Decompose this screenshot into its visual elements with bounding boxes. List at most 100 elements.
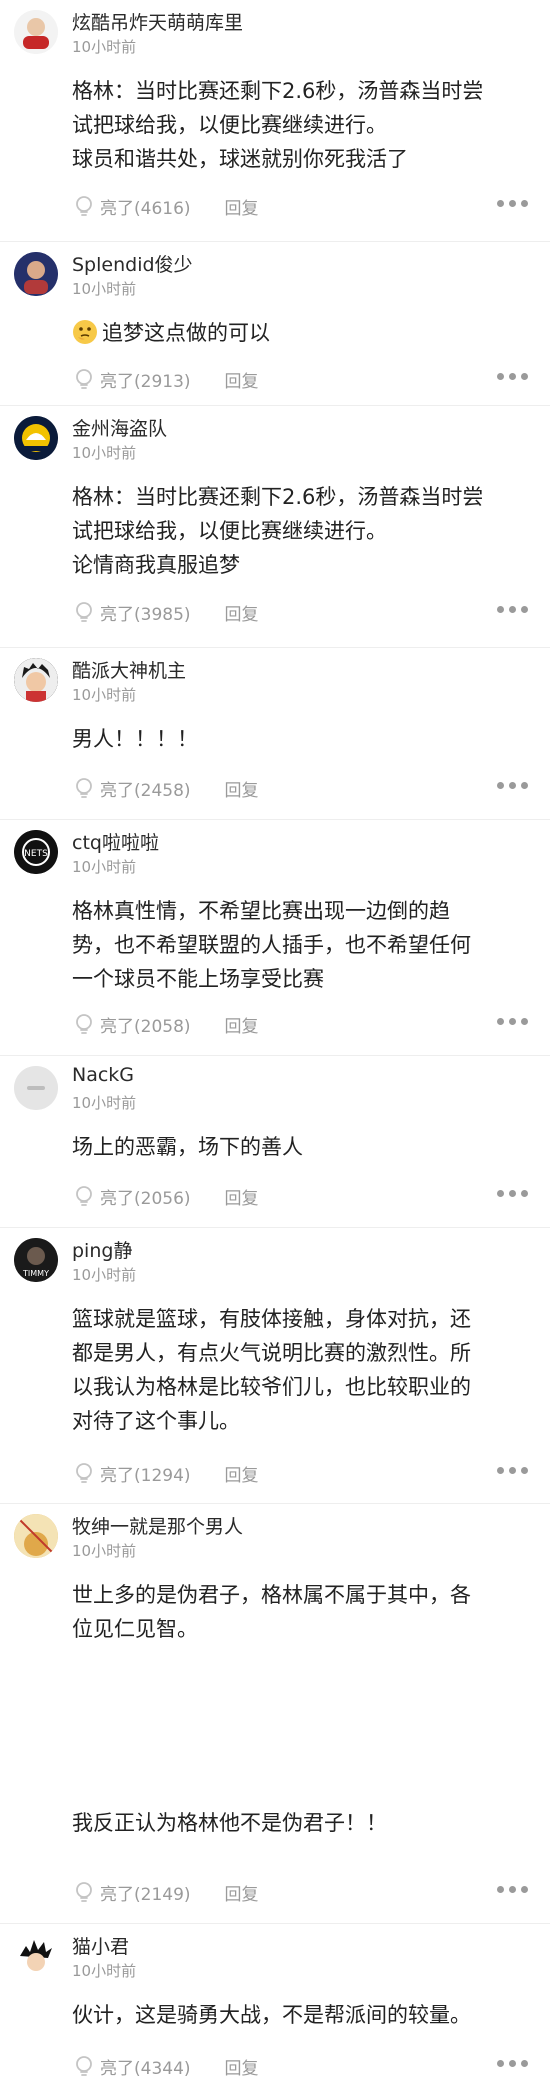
like-button[interactable]: 亮了(2149) bbox=[72, 1880, 191, 1905]
more-options-icon[interactable] bbox=[497, 1886, 528, 1893]
username[interactable]: 猫小君 bbox=[72, 1932, 129, 1959]
more-options-icon[interactable] bbox=[497, 2060, 528, 2067]
reply-button[interactable]: 回复 bbox=[225, 776, 259, 801]
avatar[interactable]: NETS bbox=[14, 830, 58, 874]
lightbulb-icon bbox=[76, 1186, 92, 1206]
username[interactable]: Splendid俊少 bbox=[72, 250, 193, 277]
comment-item: TIMMY ping静 10小时前 篮球就是篮球，有肢体接触，身体对抗，还 都是… bbox=[0, 1228, 550, 1504]
more-options-icon[interactable] bbox=[497, 200, 528, 207]
like-count: 亮了(3985) bbox=[100, 604, 191, 625]
like-button[interactable]: 亮了(2458) bbox=[72, 776, 191, 801]
svg-text:TIMMY: TIMMY bbox=[22, 1269, 49, 1278]
comment-line: 试把球给我，以便比赛继续进行。 bbox=[72, 113, 387, 137]
like-button[interactable]: 亮了(2058) bbox=[72, 1012, 191, 1037]
comment-item: NackG 10小时前 场上的恶霸，场下的善人 亮了(2056) 回复 bbox=[0, 1056, 550, 1228]
comment-line: 场上的恶霸，场下的善人 bbox=[72, 1135, 303, 1159]
comment-line: 试把球给我，以便比赛继续进行。 bbox=[72, 519, 387, 543]
comment-text-continued: 我反正认为格林他不是伪君子！！ bbox=[72, 1806, 528, 1840]
more-options-icon[interactable] bbox=[497, 1467, 528, 1474]
like-button[interactable]: 亮了(1294) bbox=[72, 1461, 191, 1486]
reply-button[interactable]: 回复 bbox=[225, 367, 259, 392]
like-count: 亮了(1294) bbox=[100, 1465, 191, 1486]
comment-actions: 亮了(2056) 回复 bbox=[72, 1182, 528, 1210]
avatar[interactable]: TIMMY bbox=[14, 1238, 58, 1282]
avatar[interactable] bbox=[14, 416, 58, 460]
comment-actions: 亮了(4616) 回复 bbox=[72, 192, 528, 220]
like-count: 亮了(2458) bbox=[100, 780, 191, 801]
reply-button[interactable]: 回复 bbox=[225, 1184, 259, 1209]
comment-line: 格林：当时比赛还剩下2.6秒，汤普森当时尝 bbox=[72, 485, 484, 509]
comment-item: 酷派大神机主 10小时前 男人！！！！ 亮了(2458) 回复 bbox=[0, 648, 550, 820]
comment-text: 追梦这点做的可以 bbox=[72, 316, 528, 350]
avatar[interactable] bbox=[14, 1514, 58, 1558]
like-button[interactable]: 亮了(3985) bbox=[72, 600, 191, 625]
username[interactable]: 金州海盗队 bbox=[72, 414, 167, 441]
more-options-icon[interactable] bbox=[497, 1190, 528, 1197]
comment-item: 金州海盗队 10小时前 格林：当时比赛还剩下2.6秒，汤普森当时尝 试把球给我，… bbox=[0, 406, 550, 648]
timestamp: 10小时前 bbox=[72, 1542, 137, 1560]
more-options-icon[interactable] bbox=[497, 606, 528, 613]
like-count: 亮了(4344) bbox=[100, 2058, 191, 2079]
avatar[interactable] bbox=[14, 10, 58, 54]
comment-text: 格林真性情，不希望比赛出现一边倒的趋 势，也不希望联盟的人插手，也不希望任何 一… bbox=[72, 894, 528, 996]
comment-line-text: 追梦这点做的可以 bbox=[102, 321, 270, 345]
like-count: 亮了(2056) bbox=[100, 1188, 191, 1209]
username[interactable]: ping静 bbox=[72, 1236, 132, 1263]
comment-item: 炫酷吊炸天萌萌库里 10小时前 格林：当时比赛还剩下2.6秒，汤普森当时尝 试把… bbox=[0, 0, 550, 242]
comment-line: 位见仁见智。 bbox=[72, 1617, 198, 1641]
username[interactable]: NackG bbox=[72, 1064, 134, 1086]
reply-button[interactable]: 回复 bbox=[225, 600, 259, 625]
comment-text: 世上多的是伪君子，格林属不属于其中，各 位见仁见智。 bbox=[72, 1578, 528, 1646]
avatar[interactable] bbox=[14, 252, 58, 296]
comment-line: 势，也不希望联盟的人插手，也不希望任何 bbox=[72, 933, 471, 957]
like-button[interactable]: 亮了(2913) bbox=[72, 367, 191, 392]
timestamp: 10小时前 bbox=[72, 686, 137, 704]
svg-text:NETS: NETS bbox=[24, 849, 48, 859]
username[interactable]: 酷派大神机主 bbox=[72, 656, 186, 683]
comment-text: 伙计，这是骑勇大战，不是帮派间的较量。 bbox=[72, 1998, 528, 2032]
lightbulb-icon bbox=[76, 1882, 92, 1902]
comment-line: 追梦这点做的可以 bbox=[72, 316, 528, 350]
comment-line: 一个球员不能上场享受比赛 bbox=[72, 967, 324, 991]
comment-line: 我反正认为格林他不是伪君子！！ bbox=[72, 1811, 387, 1835]
comment-line: 格林真性情，不希望比赛出现一边倒的趋 bbox=[72, 899, 450, 923]
more-options-icon[interactable] bbox=[497, 1018, 528, 1025]
like-button[interactable]: 亮了(4344) bbox=[72, 2054, 191, 2079]
lightbulb-icon bbox=[76, 369, 92, 389]
like-count: 亮了(2913) bbox=[100, 371, 191, 392]
more-options-icon[interactable] bbox=[497, 373, 528, 380]
reply-button[interactable]: 回复 bbox=[225, 1880, 259, 1905]
comment-item: 猫小君 10小时前 伙计，这是骑勇大战，不是帮派间的较量。 亮了(4344) 回… bbox=[0, 1924, 550, 2089]
comment-actions: 亮了(2149) 回复 bbox=[72, 1878, 528, 1906]
more-options-icon[interactable] bbox=[497, 782, 528, 789]
comment-line: 篮球就是篮球，有肢体接触，身体对抗，还 bbox=[72, 1307, 471, 1331]
comment-line: 球员和谐共处，球迷就别你死我活了 bbox=[72, 147, 408, 171]
lightbulb-icon bbox=[76, 2056, 92, 2076]
comment-line: 论情商我真服追梦 bbox=[72, 553, 240, 577]
avatar[interactable] bbox=[14, 1934, 58, 1978]
timestamp: 10小时前 bbox=[72, 858, 137, 876]
timestamp: 10小时前 bbox=[72, 1962, 137, 1980]
username[interactable]: 炫酷吊炸天萌萌库里 bbox=[72, 8, 243, 35]
comment-line: 以我认为格林是比较爷们儿，也比较职业的 bbox=[72, 1375, 471, 1399]
username[interactable]: ctq啦啦啦 bbox=[72, 828, 159, 855]
reply-button[interactable]: 回复 bbox=[225, 1461, 259, 1486]
reply-button[interactable]: 回复 bbox=[225, 2054, 259, 2079]
comment-actions: 亮了(1294) 回复 bbox=[72, 1459, 528, 1487]
reply-button[interactable]: 回复 bbox=[225, 1012, 259, 1037]
comment-actions: 亮了(4344) 回复 bbox=[72, 2052, 528, 2080]
comment-text: 篮球就是篮球，有肢体接触，身体对抗，还 都是男人，有点火气说明比赛的激烈性。所 … bbox=[72, 1302, 528, 1438]
thinking-face-icon bbox=[73, 320, 97, 344]
like-button[interactable]: 亮了(2056) bbox=[72, 1184, 191, 1209]
username[interactable]: 牧绅一就是那个男人 bbox=[72, 1512, 243, 1539]
comment-line: 都是男人，有点火气说明比赛的激烈性。所 bbox=[72, 1341, 471, 1365]
comment-item: NETS ctq啦啦啦 10小时前 格林真性情，不希望比赛出现一边倒的趋 势，也… bbox=[0, 820, 550, 1056]
timestamp: 10小时前 bbox=[72, 280, 137, 298]
reply-button[interactable]: 回复 bbox=[225, 194, 259, 219]
timestamp: 10小时前 bbox=[72, 1266, 137, 1284]
comment-line: 伙计，这是骑勇大战，不是帮派间的较量。 bbox=[72, 2003, 471, 2027]
like-button[interactable]: 亮了(4616) bbox=[72, 194, 191, 219]
avatar[interactable] bbox=[14, 658, 58, 702]
comment-line: 世上多的是伪君子，格林属不属于其中，各 bbox=[72, 1583, 471, 1607]
avatar[interactable] bbox=[14, 1066, 58, 1110]
